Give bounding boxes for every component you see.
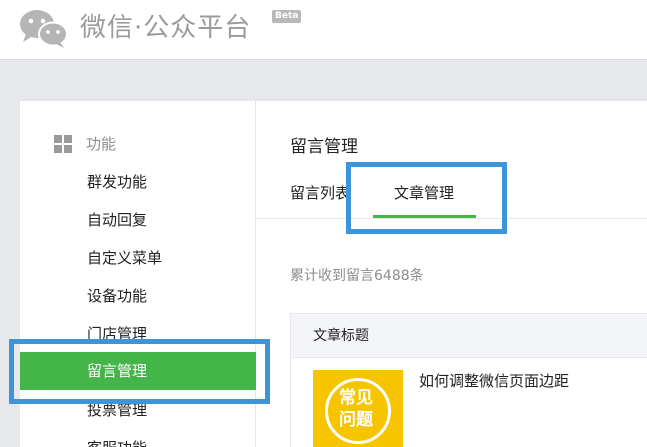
- thumbnail-text-line1: 常见: [339, 388, 373, 408]
- sidebar-item-customer-service[interactable]: 客服功能: [20, 429, 256, 447]
- sidebar-item-custom-menu[interactable]: 自定义菜单: [20, 239, 256, 277]
- sidebar-item-mass-send[interactable]: 群发功能: [20, 163, 256, 201]
- tab-comment-list[interactable]: 留言列表: [290, 181, 350, 205]
- table-row[interactable]: 常见 问题 如何调整微信页面边距: [291, 358, 647, 447]
- grid-icon: [54, 135, 72, 153]
- wechat-logo-icon: [20, 10, 68, 48]
- thumbnail-text-line2: 问题: [339, 410, 373, 430]
- main-panel: 留言管理 留言列表 文章管理 累计收到留言6488条 文章标题 常见 问题 如何…: [256, 101, 647, 447]
- beta-badge: Beta: [272, 10, 302, 23]
- article-table: 文章标题 常见 问题 如何调整微信页面边距: [290, 313, 647, 447]
- table-header: 文章标题: [291, 314, 647, 358]
- page-title: 留言管理: [290, 137, 358, 157]
- platform-title: 微信·公众平台: [80, 13, 252, 43]
- sidebar-item-device[interactable]: 设备功能: [20, 277, 256, 315]
- article-thumbnail[interactable]: 常见 问题: [313, 370, 403, 447]
- sidebar-highlight-frame: [9, 339, 270, 404]
- article-title[interactable]: 如何调整微信页面边距: [419, 370, 569, 392]
- column-header-article-title: 文章标题: [313, 328, 369, 344]
- top-bar: 微信·公众平台 Beta: [0, 0, 647, 60]
- comment-count-summary: 累计收到留言6488条: [290, 268, 424, 284]
- sidebar-item-auto-reply[interactable]: 自动回复: [20, 201, 256, 239]
- tab-highlight-frame: [346, 162, 507, 234]
- sidebar-section-label: 功能: [86, 135, 117, 153]
